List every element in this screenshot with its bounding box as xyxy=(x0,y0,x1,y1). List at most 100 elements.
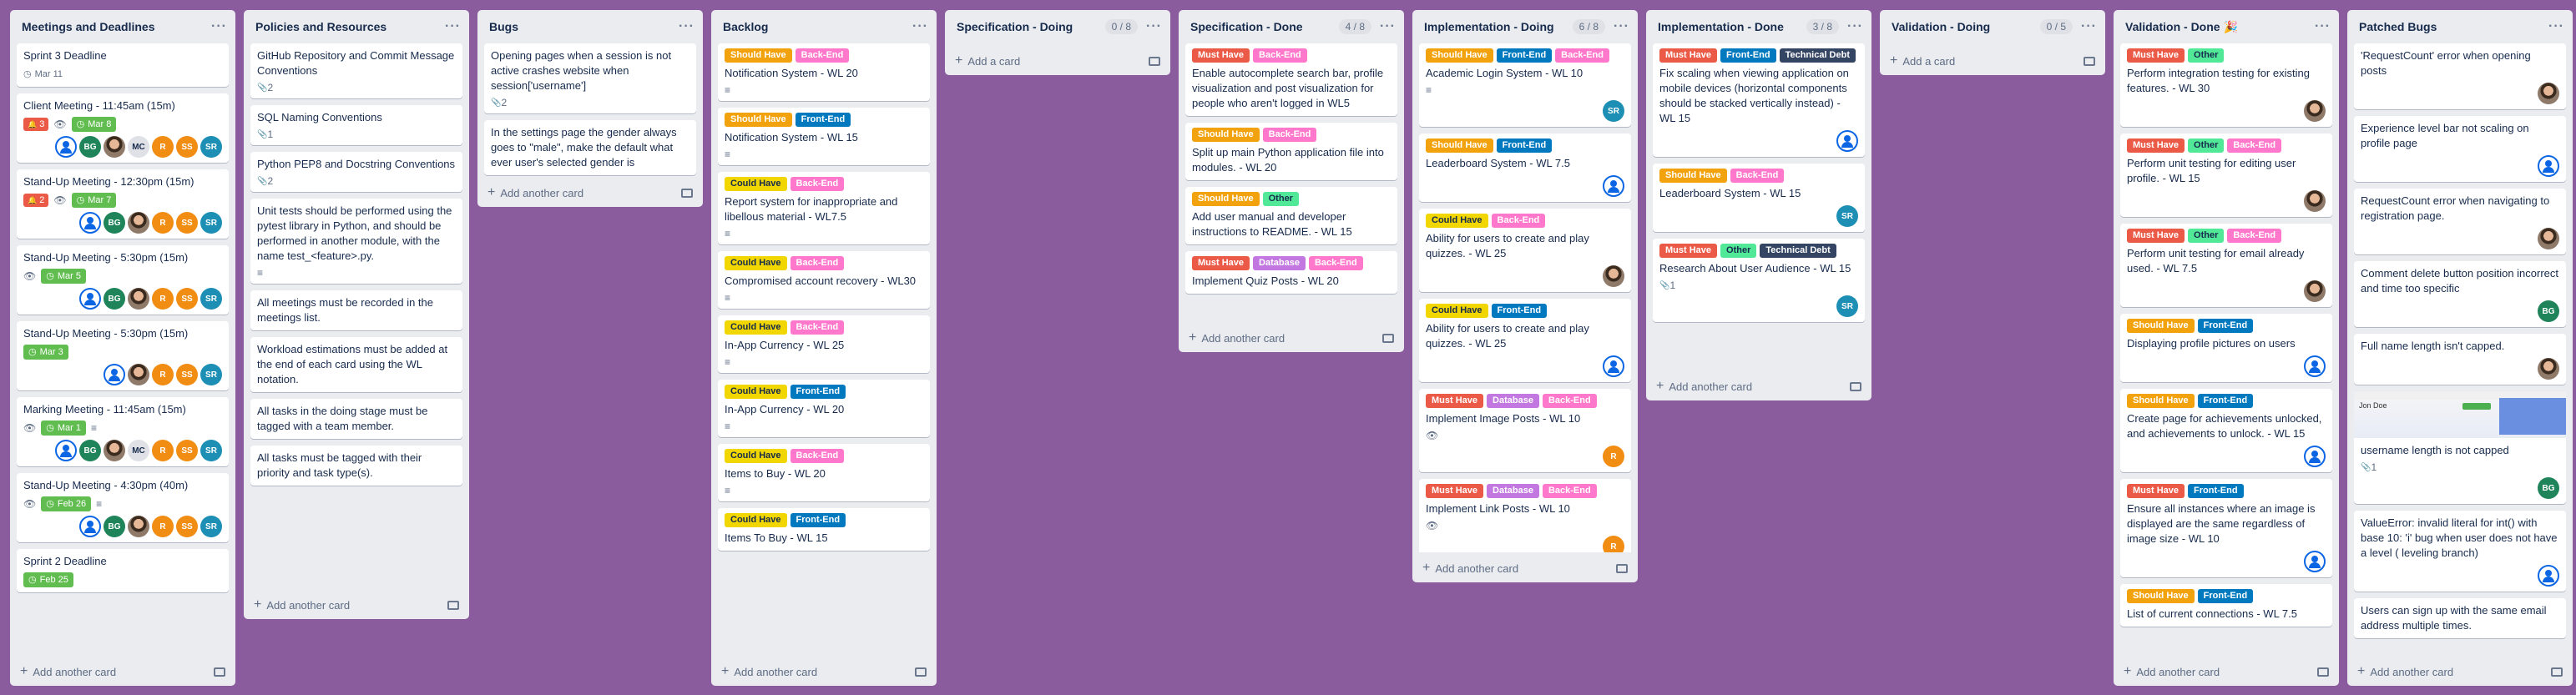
card[interactable]: Full name length isn't capped. xyxy=(2354,334,2566,385)
card-label[interactable]: Back-End xyxy=(790,256,845,270)
member-avatar[interactable]: BG xyxy=(104,288,125,310)
card-label[interactable]: Other xyxy=(2188,138,2225,153)
member-avatar-default[interactable] xyxy=(2304,551,2326,572)
due-date-badge[interactable]: ◷ Mar 7 xyxy=(71,193,117,208)
card[interactable]: Unit tests should be performed using the… xyxy=(250,199,462,284)
due-date-badge[interactable]: ◷ Feb 25 xyxy=(23,572,73,587)
member-avatar[interactable]: R xyxy=(152,364,174,385)
card-label[interactable]: Front-End xyxy=(790,385,846,399)
add-card-button[interactable]: + Add a card xyxy=(945,47,1170,75)
card[interactable]: Experience level bar not scaling on prof… xyxy=(2354,116,2566,182)
ellipsis-icon[interactable]: ··· xyxy=(2081,19,2097,34)
card-label[interactable]: Must Have xyxy=(1659,48,1718,63)
add-card-button[interactable]: + Add another card xyxy=(477,179,703,207)
member-avatar[interactable]: SR xyxy=(200,212,222,234)
member-avatar-photo[interactable] xyxy=(2538,358,2559,380)
card-label[interactable]: Back-End xyxy=(1253,48,1307,63)
card-label[interactable]: Could Have xyxy=(1426,304,1488,318)
card[interactable]: Could Have Front-End In-App Currency - WL … xyxy=(718,380,930,437)
card[interactable]: Should Have Back-End Leaderboard System - … xyxy=(1653,164,1865,232)
card[interactable]: Should Have Back-End Notification System -… xyxy=(718,43,930,101)
card[interactable]: Sprint 3 Deadline ◷ Mar 11 xyxy=(17,43,229,87)
card-label[interactable]: Back-End xyxy=(1542,484,1597,498)
card-label[interactable]: Should Have xyxy=(725,113,792,127)
card-label[interactable]: Other xyxy=(2188,48,2225,63)
ellipsis-icon[interactable]: ··· xyxy=(2548,19,2564,34)
card-label[interactable]: Front-End xyxy=(1496,138,1553,153)
list-title[interactable]: Implementation - Doing xyxy=(1424,20,1573,34)
member-avatar[interactable]: MC xyxy=(128,136,149,158)
member-avatar[interactable]: SR xyxy=(200,516,222,537)
card[interactable]: Should Have Front-End Displaying profile p… xyxy=(2120,314,2332,382)
card-label[interactable]: Back-End xyxy=(1542,394,1597,408)
add-card-button[interactable]: + Add another card xyxy=(1412,554,1638,582)
member-avatar[interactable]: BG xyxy=(2538,300,2559,322)
card[interactable]: Must Have Database Back-End Implement Link … xyxy=(1419,479,1631,552)
card[interactable]: SQL Naming Conventions 📎 1 xyxy=(250,105,462,145)
card-template-icon[interactable] xyxy=(915,667,927,677)
card[interactable]: Must Have Front-End Ensure all instances w… xyxy=(2120,479,2332,577)
member-avatar[interactable]: BG xyxy=(79,136,101,158)
card-label[interactable]: Back-End xyxy=(1262,128,1317,142)
card-label[interactable]: Database xyxy=(1253,256,1306,270)
card-label[interactable]: Technical Debt xyxy=(1760,244,1836,258)
card[interactable]: All tasks in the doing stage must be tag… xyxy=(250,399,462,439)
member-avatar-photo[interactable] xyxy=(104,136,125,158)
card-label[interactable]: Could Have xyxy=(725,513,787,527)
due-date-badge[interactable]: ◷ Feb 26 xyxy=(41,496,92,511)
due-date-badge[interactable]: ◷ Mar 3 xyxy=(23,345,68,360)
ellipsis-icon[interactable]: ··· xyxy=(2315,19,2331,34)
member-avatar-photo[interactable] xyxy=(2304,280,2326,302)
card[interactable]: All tasks must be tagged with their prio… xyxy=(250,446,462,486)
card[interactable]: Stand-Up Meeting - 5:30pm (15m) 👁 ◷ Mar 5 BG… xyxy=(17,245,229,315)
member-avatar-default[interactable] xyxy=(2538,155,2559,177)
card-label[interactable]: Back-End xyxy=(790,320,845,335)
card-label[interactable]: Front-End xyxy=(2197,394,2254,408)
member-avatar[interactable]: R xyxy=(152,212,174,234)
member-avatar-photo[interactable] xyxy=(2538,83,2559,104)
card-template-icon[interactable] xyxy=(2084,56,2095,66)
card-label[interactable]: Back-End xyxy=(790,449,845,463)
member-avatar[interactable]: SS xyxy=(176,440,198,461)
card-label[interactable]: Must Have xyxy=(1192,256,1250,270)
card[interactable]: Must Have Front-End Technical Debt Fix scal… xyxy=(1653,43,1865,157)
card-label[interactable]: Front-End xyxy=(2197,319,2254,333)
member-avatar-photo[interactable] xyxy=(1603,265,1624,287)
add-card-button[interactable]: + Add another card xyxy=(711,657,937,686)
card-label[interactable]: Front-End xyxy=(790,513,846,527)
member-avatar-default[interactable] xyxy=(55,440,77,461)
card-template-icon[interactable] xyxy=(681,188,693,198)
card-label[interactable]: Back-End xyxy=(790,177,845,191)
add-card-button[interactable]: + Add a card xyxy=(1880,47,2105,75)
member-avatar[interactable]: SR xyxy=(1836,295,1858,317)
card[interactable]: Jon Doe username length is not capped 📎 1 BG xyxy=(2354,391,2566,504)
due-date-badge[interactable]: ◷ Mar 5 xyxy=(41,269,86,284)
member-avatar[interactable]: SS xyxy=(176,288,198,310)
member-avatar[interactable]: R xyxy=(152,136,174,158)
card[interactable]: Must Have Other Technical Debt Research Abo… xyxy=(1653,239,1865,322)
member-avatar-photo[interactable] xyxy=(2538,228,2559,249)
member-avatar-default[interactable] xyxy=(79,288,101,310)
member-avatar[interactable]: SS xyxy=(176,136,198,158)
card-label[interactable]: Back-End xyxy=(1491,214,1546,228)
add-card-button[interactable]: + Add another card xyxy=(10,657,235,686)
card-label[interactable]: Must Have xyxy=(1426,484,1484,498)
due-date-badge[interactable]: ◷ Mar 11 xyxy=(23,67,63,82)
card-template-icon[interactable] xyxy=(1616,563,1628,573)
member-avatar-default[interactable] xyxy=(1603,175,1624,197)
card[interactable]: Must Have Database Back-End Implement Quiz … xyxy=(1185,251,1397,294)
card[interactable]: Should Have Front-End Create page for achi… xyxy=(2120,389,2332,472)
card[interactable]: Could Have Back-End Compromised account re… xyxy=(718,251,930,309)
card-template-icon[interactable] xyxy=(1850,381,1861,391)
card[interactable]: Stand-Up Meeting - 5:30pm (15m) ◷ Mar 3 R SS… xyxy=(17,321,229,390)
member-avatar[interactable]: SS xyxy=(176,212,198,234)
card[interactable]: 'RequestCount' error when opening posts xyxy=(2354,43,2566,109)
member-avatar[interactable]: SR xyxy=(200,288,222,310)
list-title[interactable]: Specification - Doing xyxy=(957,20,1105,34)
member-avatar-default[interactable] xyxy=(2304,355,2326,377)
member-avatar-default[interactable] xyxy=(104,364,125,385)
card-template-icon[interactable] xyxy=(447,600,459,610)
member-avatar-default[interactable] xyxy=(79,212,101,234)
card-label[interactable]: Must Have xyxy=(2127,138,2185,153)
ellipsis-icon[interactable]: ··· xyxy=(1380,19,1396,34)
